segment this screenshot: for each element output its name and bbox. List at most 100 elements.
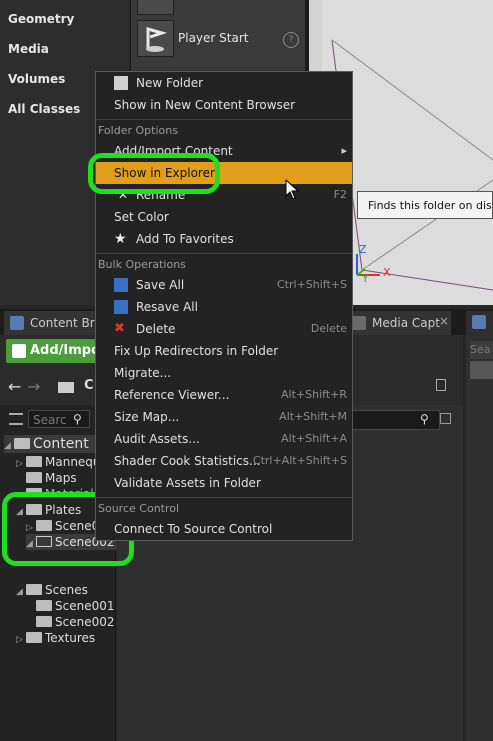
folder-icon[interactable] (58, 382, 74, 393)
separator (96, 253, 352, 254)
menu-item-size-map[interactable]: Size Map... Alt+Shift+M (96, 406, 352, 428)
menu-item-label: Reference Viewer... (114, 388, 230, 402)
menu-item-label: Fix Up Redirectors in Folder (114, 344, 279, 358)
menu-item-migrate[interactable]: Migrate... (96, 362, 352, 384)
menu-shortcut: Alt+Shift+M (279, 410, 347, 423)
section-folder-options: Folder Options (98, 124, 178, 137)
star-icon: ★ (114, 231, 127, 247)
menu-item-shader-cook-statistics[interactable]: Shader Cook Statistics... Ctrl+Alt+Shift+… (96, 450, 352, 472)
tree-item-scene001[interactable]: Scene001 (26, 598, 115, 614)
player-start-label[interactable]: Player Start (178, 31, 248, 45)
menu-item-label: Size Map... (114, 410, 180, 424)
menu-shortcut: Alt+Shift+A (281, 432, 347, 445)
menu-item-fix-up-redirectors[interactable]: Fix Up Redirectors in Folder (96, 340, 352, 362)
add-import-label: Add/Impo (30, 343, 101, 358)
menu-item-label: Save All (136, 278, 185, 292)
expand-arrow-icon: ◢ (4, 441, 11, 451)
folder-icon (26, 456, 42, 467)
menu-item-save-all[interactable]: Save All Ctrl+Shift+S (96, 274, 352, 296)
submenu-arrow-icon: ▸ (341, 144, 347, 157)
menu-item-delete[interactable]: ✖ Delete Delete (96, 318, 352, 340)
tree-item-mannequin[interactable]: ▷ Mannequ (16, 454, 101, 470)
menu-item-reference-viewer[interactable]: Reference Viewer... Alt+Shift+R (96, 384, 352, 406)
category-volumes[interactable]: Volumes (8, 72, 65, 86)
delete-icon: ✖ (114, 321, 125, 336)
menu-item-show-in-new-content-browser[interactable]: Show in New Content Browser (96, 94, 352, 116)
back-arrow-icon[interactable]: ← (8, 377, 21, 396)
menu-item-label: Delete (136, 322, 176, 336)
menu-item-label: Set Color (114, 210, 169, 224)
list-view-icon[interactable] (9, 413, 23, 425)
menu-item-connect-to-source-control[interactable]: Connect To Source Control (96, 518, 352, 540)
menu-item-label: Shader Cook Statistics... (114, 454, 261, 468)
folder-icon (14, 438, 30, 449)
tree-item-label: Content (33, 436, 89, 452)
section-source-control: Source Control (98, 502, 180, 515)
add-icon (12, 344, 26, 358)
category-media[interactable]: Media (8, 42, 49, 56)
help-icon[interactable]: ? (283, 32, 299, 48)
tree-item-maps[interactable]: Maps (16, 470, 77, 486)
separator (96, 497, 352, 498)
view-options-icon[interactable] (470, 361, 493, 379)
layers-icon[interactable] (472, 315, 486, 329)
forward-arrow-icon[interactable]: → (27, 377, 40, 396)
category-geometry[interactable]: Geometry (8, 12, 74, 26)
menu-item-label: New Folder (136, 76, 204, 90)
save-icon (114, 278, 128, 292)
lock-icon[interactable] (436, 379, 446, 391)
menu-shortcut: Alt+Shift+R (281, 388, 347, 401)
tree-item-scene002[interactable]: Scene002 (26, 614, 115, 630)
new-folder-icon (114, 76, 128, 90)
menu-shortcut: Ctrl+Alt+Shift+S (252, 454, 347, 467)
folder-icon (26, 584, 42, 595)
axis-z-label: Z (359, 243, 367, 256)
save-icon (114, 300, 128, 314)
menu-item-label: Resave All (136, 300, 198, 314)
tab-label: Media Capt (372, 316, 440, 330)
add-import-button[interactable]: Add/Impo (6, 339, 106, 363)
axis-x-label: X (383, 266, 391, 279)
menu-item-resave-all[interactable]: Resave All (96, 296, 352, 318)
search-icon[interactable]: ⚲ (420, 412, 429, 426)
folder-icon (26, 632, 42, 643)
search-icon[interactable]: ⚲ (73, 412, 82, 426)
menu-item-label: Migrate... (114, 366, 172, 380)
content-browser-icon (10, 316, 24, 330)
tree-item-scenes[interactable]: ◢ Scenes (16, 582, 88, 598)
menu-shortcut: F2 (333, 188, 347, 201)
tree-item-label: Maps (45, 471, 77, 485)
menu-item-label: Add To Favorites (136, 232, 234, 246)
actor-thumbnail[interactable] (137, 0, 174, 15)
annotation-highlight-ring (88, 153, 220, 194)
collapsed-arrow-icon: ▷ (16, 635, 23, 645)
folder-icon (36, 616, 52, 627)
tree-item-label: Scene002 (55, 615, 115, 629)
menu-item-audit-assets[interactable]: Audit Assets... Alt+Shift+A (96, 428, 352, 450)
menu-item-new-folder[interactable]: New Folder (96, 72, 352, 94)
path-breadcrumb[interactable]: C (84, 378, 94, 393)
tree-item-label: Scene001 (55, 599, 115, 613)
tab-content-browser[interactable]: Content Bro (4, 311, 106, 335)
mouse-cursor-icon (285, 178, 301, 201)
details-search[interactable]: Sea (470, 341, 493, 359)
menu-item-validate-assets[interactable]: Validate Assets in Folder (96, 472, 352, 494)
media-capture-icon (352, 316, 366, 330)
folder-icon (26, 472, 42, 483)
details-panel: Sea (466, 311, 493, 741)
tab-media-capture[interactable]: Media Capt (346, 311, 451, 335)
save-search-icon[interactable] (440, 413, 451, 424)
menu-shortcut: Ctrl+Shift+S (277, 278, 347, 291)
section-bulk-operations: Bulk Operations (98, 258, 186, 271)
player-start-icon[interactable] (137, 20, 174, 57)
folder-icon (36, 600, 52, 611)
expand-arrow-icon: ◢ (16, 587, 23, 597)
menu-item-label: Audit Assets... (114, 432, 200, 446)
tree-item-textures[interactable]: ▷ Textures (16, 630, 95, 646)
category-all-classes[interactable]: All Classes (8, 102, 80, 116)
tree-item-label: Mannequ (45, 455, 101, 469)
menu-item-set-color[interactable]: Set Color (96, 206, 352, 228)
close-tab-icon[interactable]: × (439, 314, 449, 328)
tooltip: Finds this folder on disk. (357, 191, 493, 219)
menu-item-add-to-favorites[interactable]: ★ Add To Favorites (96, 228, 352, 250)
